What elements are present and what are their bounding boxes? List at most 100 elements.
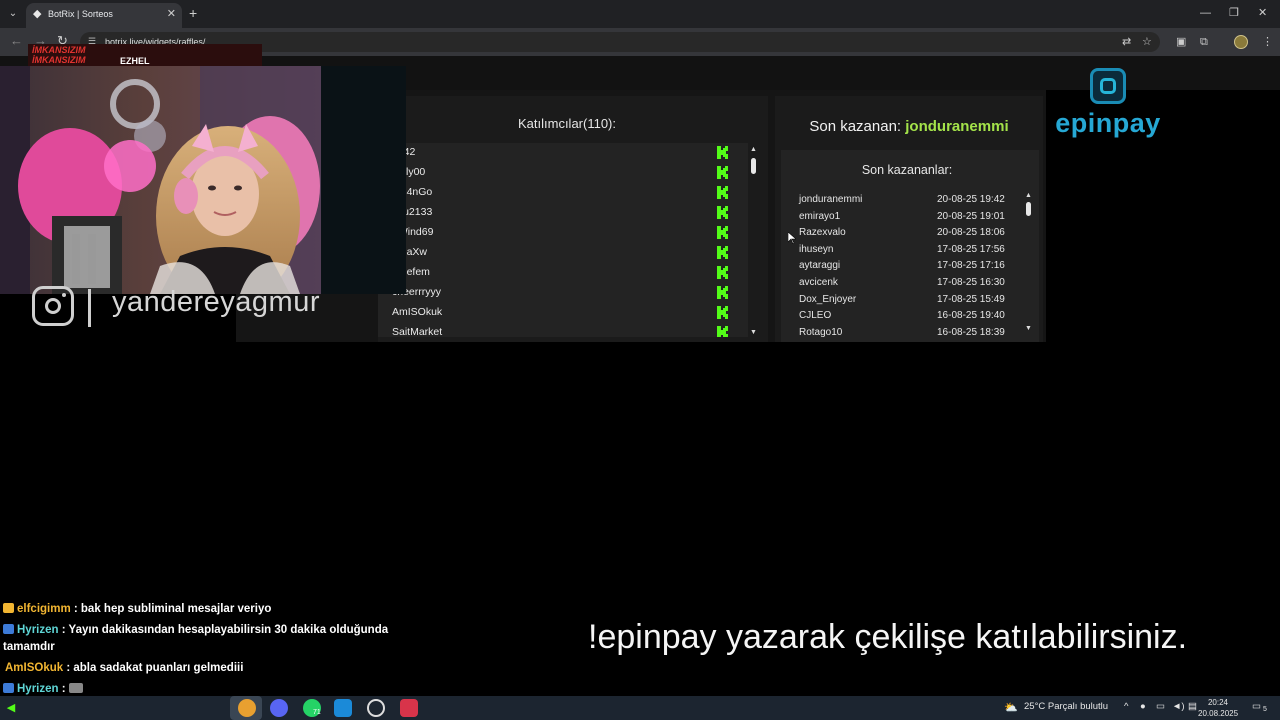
app-icon[interactable] — [400, 699, 418, 717]
epinpay-logo: epinpay — [1048, 68, 1168, 140]
winners-panel: Son kazanan: jonduranemmi Son kazananlar… — [775, 96, 1043, 342]
winner-name: emirayo1 — [799, 210, 841, 222]
participant-row: SaitMarket — [378, 323, 748, 337]
music-banner: İMKANSIZIM İMKANSIZIM EZHEL — [28, 44, 262, 68]
weather-text[interactable]: 25°C Parçalı bulutlu — [1024, 701, 1108, 712]
extension-icon[interactable]: ▣ — [1176, 36, 1186, 48]
obs-icon[interactable] — [367, 699, 385, 717]
winner-name: aytaraggi — [799, 260, 841, 272]
kick-icon — [717, 166, 728, 179]
chat-username: AmISOkuk — [5, 662, 64, 674]
translate-icon[interactable]: ⇄ — [1122, 35, 1131, 48]
winner-name: avcicenk — [799, 277, 838, 288]
scroll-down-icon[interactable]: ▼ — [1025, 325, 1032, 332]
volume-icon[interactable]: ◄) — [1172, 701, 1185, 712]
chat-username: elfcigimm — [17, 603, 71, 615]
kick-icon — [717, 286, 728, 299]
webcam-shadow — [320, 66, 406, 294]
epinpay-logo-icon — [1090, 68, 1126, 104]
tab-title: BotRix | Sorteos — [48, 9, 113, 19]
participants-title: Katılımcılar(110): — [517, 116, 616, 131]
music-banner-text: İMKANSIZIM İMKANSIZIM — [32, 45, 86, 65]
close-window-icon[interactable]: ✕ — [1258, 6, 1267, 20]
participants-list[interactable]: 2242actly00_M4nGoocu2133eWind69umaXwemef… — [378, 143, 748, 337]
scroll-thumb[interactable] — [1026, 202, 1031, 216]
network-icon[interactable]: ▤ — [1188, 701, 1197, 712]
webcam-feed — [0, 66, 321, 294]
chat-text: : abla sadakat puanları gelmediii — [63, 662, 244, 674]
participant-row: ocu2133 — [378, 203, 748, 223]
participant-row: AmISOkuk — [378, 303, 748, 323]
scroll-up-icon[interactable]: ▲ — [750, 146, 757, 153]
last-winner-name: jonduranemmi — [905, 118, 1009, 135]
steam-icon[interactable] — [334, 699, 352, 717]
system-clock[interactable]: 20:24 20.08.2025 — [1198, 697, 1238, 719]
participant-row: umaXw — [378, 243, 748, 263]
instagram-handle: yandereyagmur — [112, 286, 320, 318]
chat-emote-icon — [68, 683, 83, 693]
chat-text: tamamdır — [3, 641, 55, 653]
bookmark-star-icon[interactable]: ☆ — [1142, 35, 1152, 48]
winner-row: Razexvalo 20-08-25 18:06 — [799, 225, 1029, 242]
winner-date: 16-08-25 19:40 — [937, 310, 1005, 322]
divider — [88, 289, 91, 327]
participant-row: _M4nGo — [378, 183, 748, 203]
kick-icon — [717, 326, 728, 337]
winner-date: 20-08-25 18:06 — [937, 227, 1005, 239]
chrome-icon[interactable] — [238, 699, 256, 717]
kick-icon — [717, 186, 728, 199]
winners-scrollbar[interactable]: ▲ ▼ — [1025, 192, 1033, 332]
discord-icon[interactable] — [270, 699, 288, 717]
winner-row: CJLEO 16-08-25 19:40 — [799, 308, 1029, 325]
winner-name: Dox_Enjoyer — [799, 293, 857, 305]
chat-badge-icon — [3, 624, 14, 634]
winner-date: 17-08-25 15:49 — [937, 293, 1005, 305]
chat-username: Hyrizen — [17, 683, 59, 695]
winner-name: jonduranemmi — [799, 194, 863, 205]
winner-name: Rotago10 — [799, 326, 843, 338]
notifications-icon[interactable]: ▭ — [1252, 701, 1261, 712]
whatsapp-badge: 71 — [313, 709, 321, 716]
last-winner: Son kazanan: jonduranemmi — [775, 118, 1043, 135]
scroll-up-icon[interactable]: ▲ — [1025, 192, 1032, 199]
participant-name: SaitMarket — [392, 326, 443, 337]
recent-winners-title: Son kazananlar: — [861, 163, 953, 177]
kick-app-icon[interactable]: ◀ — [2, 699, 20, 717]
music-artist-tag: EZHEL — [120, 56, 150, 66]
tab-search-icon[interactable]: ⌄ — [4, 5, 22, 23]
scroll-thumb[interactable] — [751, 158, 756, 174]
minimize-icon[interactable]: — — [1200, 6, 1211, 20]
tray-chevron-icon[interactable]: ^ — [1124, 701, 1128, 712]
chat-message: elfcigimm : bak hep subliminal mesajlar … — [3, 600, 423, 618]
profile-avatar[interactable] — [1234, 35, 1248, 49]
whatsapp-icon[interactable]: 71 — [303, 699, 321, 717]
chat-username: Hyrizen — [17, 624, 59, 636]
scroll-down-icon[interactable]: ▼ — [750, 329, 757, 336]
browser-menu-icon[interactable]: ⋮ — [1262, 36, 1273, 48]
kick-icon — [717, 306, 728, 319]
weather-icon: ⛅ — [1004, 702, 1018, 714]
last-winner-label: Son kazanan: — [809, 118, 906, 135]
restore-icon[interactable]: ❐ — [1229, 6, 1239, 20]
back-icon[interactable]: ← — [10, 34, 23, 48]
winner-date: 17-08-25 17:56 — [937, 243, 1005, 255]
new-tab-button[interactable]: + — [189, 5, 197, 21]
recent-winners-box: Son kazananlar: jonduranemmi 20-08-25 19:… — [781, 150, 1039, 342]
webcam-image — [0, 66, 321, 294]
botrix-favicon-icon: ◆ — [33, 8, 42, 20]
participants-scrollbar[interactable]: ▲ ▼ — [750, 146, 758, 336]
instagram-handle-overlay: yandereyagmur — [32, 286, 352, 330]
mouse-cursor-icon — [788, 232, 796, 244]
clock-date: 20.08.2025 — [1198, 709, 1239, 718]
kick-icon — [717, 266, 728, 279]
display-icon[interactable]: ▭ — [1156, 701, 1165, 712]
participant-row: eWind69 — [378, 223, 748, 243]
winner-date: 16-08-25 18:39 — [937, 326, 1005, 338]
notification-count: 5 — [1263, 706, 1267, 713]
microphone-icon[interactable]: ● — [1140, 701, 1146, 712]
extensions-puzzle-icon[interactable]: ⧉ — [1200, 36, 1208, 48]
winner-date: 20-08-25 19:01 — [937, 210, 1005, 222]
close-tab-icon[interactable]: ✕ — [167, 7, 176, 20]
windows-taskbar: ◀ 71 ⛅ 25°C Parçalı bulutlu ^ ● ▭ ◄) ▤ 2… — [0, 696, 1280, 720]
browser-tab[interactable]: ◆ BotRix | Sorteos ✕ — [26, 3, 182, 28]
